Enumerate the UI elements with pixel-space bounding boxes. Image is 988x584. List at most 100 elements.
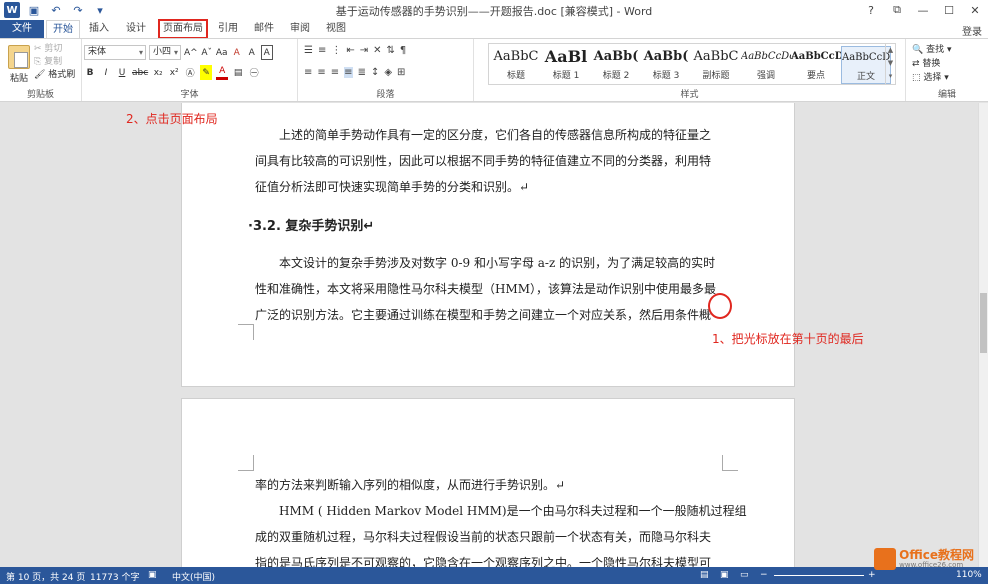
tab-view[interactable]: 视图 bbox=[322, 20, 350, 38]
borders-icon[interactable]: ⊞ bbox=[397, 67, 405, 78]
tab-review[interactable]: 审阅 bbox=[286, 20, 314, 38]
document-page-10[interactable]: 上述的简单手势动作具有一定的区分度，它们各自的传感器信息所构成的特征量之 间具有… bbox=[181, 103, 795, 387]
style-strong[interactable]: AaBbCcD 要点 bbox=[791, 46, 841, 84]
clear-format-button[interactable]: A bbox=[231, 45, 243, 60]
style-title[interactable]: AaBbC 标题 bbox=[491, 46, 541, 84]
paragraph-group-label: 段落 bbox=[376, 90, 395, 100]
format-painter-button[interactable]: 🖌 格式刷 bbox=[34, 69, 75, 82]
style-normal[interactable]: AaBbCcDc正文 bbox=[841, 46, 891, 84]
char-border-button[interactable]: A bbox=[260, 45, 273, 60]
strikethrough-button[interactable]: abc bbox=[132, 65, 148, 80]
style-heading-1[interactable]: AaBl 标题 1 bbox=[541, 46, 591, 84]
minimize-button[interactable]: — bbox=[910, 0, 936, 20]
decrease-indent-icon[interactable]: ⇤ bbox=[346, 45, 354, 56]
print-layout-icon[interactable]: ▣ bbox=[720, 570, 729, 580]
style-subtitle[interactable]: AaBbC 副标题 bbox=[691, 46, 741, 84]
vertical-scrollbar[interactable] bbox=[978, 103, 988, 567]
line-spacing-icon[interactable]: ↕ bbox=[371, 67, 379, 78]
pinyin-button[interactable]: A bbox=[246, 45, 258, 60]
tab-page-layout[interactable]: 页面布局 bbox=[158, 19, 208, 39]
read-mode-icon[interactable]: ▤ bbox=[700, 570, 709, 580]
enclose-char-icon[interactable]: ㊀ bbox=[248, 65, 260, 80]
shading-icon[interactable]: ◈ bbox=[384, 67, 392, 78]
zoom-out-icon[interactable]: − bbox=[760, 570, 768, 580]
crop-mark bbox=[238, 324, 254, 340]
doc-line-last: 广泛的识别方法。它主要通过训练在模型和手势之间建立一个对应关系，然后用条件概 bbox=[255, 308, 712, 322]
tab-home[interactable]: 开始 bbox=[46, 20, 80, 39]
zoom-in-icon[interactable]: + bbox=[868, 570, 876, 580]
font-color-icon[interactable]: A bbox=[216, 65, 229, 80]
char-shading-icon[interactable]: ▤ bbox=[232, 65, 244, 80]
sort-icon[interactable]: ⇅ bbox=[387, 45, 395, 56]
section-heading: ·3.2. 复杂手势识别↵ bbox=[248, 219, 375, 234]
font-name-select[interactable]: 宋体 bbox=[84, 45, 146, 60]
bullets-icon[interactable]: ☰ bbox=[304, 45, 313, 56]
clipboard-icon bbox=[8, 45, 30, 69]
chinese-layout-icon[interactable]: ✕ bbox=[373, 45, 381, 56]
bold-button[interactable]: B bbox=[84, 65, 96, 80]
style-heading-2[interactable]: AaBb(标题 2 bbox=[591, 46, 641, 84]
justify-icon[interactable]: ≡ bbox=[344, 67, 353, 78]
show-marks-icon[interactable]: ¶ bbox=[400, 45, 406, 56]
tab-mailings[interactable]: 邮件 bbox=[250, 20, 278, 38]
copy-button[interactable]: ⎘ 复制 bbox=[34, 56, 75, 69]
select-button[interactable]: ⬚ 选择 ▾ bbox=[912, 71, 952, 85]
editing-group-label: 编辑 bbox=[937, 90, 956, 100]
style-heading-3[interactable]: AaBb(标题 3 bbox=[641, 46, 691, 84]
scrollbar-thumb[interactable] bbox=[980, 293, 987, 353]
grow-font-button[interactable]: A^ bbox=[184, 45, 198, 60]
doc-line: 指的是马氏序列是不可观察的，它隐含在一个观察序列之中。一个隐性马尔科夫模型可 bbox=[255, 556, 712, 567]
cut-button[interactable]: ✂ 剪切 bbox=[34, 43, 75, 56]
crop-mark bbox=[722, 455, 738, 471]
tab-insert[interactable]: 插入 bbox=[84, 20, 114, 38]
highlight-icon[interactable]: ✎ bbox=[200, 65, 213, 80]
font-size-select[interactable]: 小四 bbox=[149, 45, 181, 60]
tab-file[interactable]: 文件 bbox=[0, 20, 44, 38]
styles-group-label: 样式 bbox=[680, 90, 699, 100]
ribbon-display-button[interactable]: ⧉ bbox=[884, 0, 910, 20]
multilevel-list-icon[interactable]: ⋮ bbox=[331, 45, 341, 56]
replace-icon: ⇄ bbox=[912, 59, 920, 69]
shrink-font-button[interactable]: Aˇ bbox=[201, 45, 213, 60]
zoom-slider[interactable] bbox=[774, 575, 864, 576]
window-controls: ? ⧉ — ☐ ✕ bbox=[858, 0, 988, 20]
proofing-icon[interactable]: ▣ bbox=[148, 570, 157, 580]
help-button[interactable]: ? bbox=[858, 0, 884, 20]
find-icon: 🔍 bbox=[912, 45, 924, 55]
style-emphasis[interactable]: AaBbCcDc 强调 bbox=[741, 46, 791, 84]
italic-button[interactable]: I bbox=[100, 65, 112, 80]
maximize-button[interactable]: ☐ bbox=[936, 0, 962, 20]
subscript-button[interactable]: x₂ bbox=[152, 65, 164, 80]
styles-scroll[interactable]: ▲ ▼ ▾ bbox=[885, 44, 895, 84]
replace-button[interactable]: ⇄ 替换 bbox=[912, 57, 952, 71]
language[interactable]: 中文(中国) bbox=[172, 570, 215, 583]
office-tutorial-logo: Office教程网 www.office26.com bbox=[874, 548, 974, 570]
close-button[interactable]: ✕ bbox=[962, 0, 988, 20]
web-layout-icon[interactable]: ▭ bbox=[740, 570, 749, 580]
underline-button[interactable]: U bbox=[116, 65, 128, 80]
align-center-icon[interactable]: ≡ bbox=[317, 67, 325, 78]
change-case-button[interactable]: Aa bbox=[216, 45, 228, 60]
find-button[interactable]: 🔍 查找 ▾ bbox=[912, 43, 952, 57]
window-title: 基于运动传感器的手势识别——开题报告.doc [兼容模式] - Word bbox=[335, 5, 653, 18]
tab-references[interactable]: 引用 bbox=[214, 20, 242, 38]
zoom-level[interactable]: 110% bbox=[956, 570, 982, 580]
align-right-icon[interactable]: ≡ bbox=[331, 67, 339, 78]
text-effects-icon[interactable]: Ⓐ bbox=[184, 65, 196, 80]
superscript-button[interactable]: x² bbox=[168, 65, 180, 80]
status-bar: 第 10 页，共 24 页 11773 个字 ▣ 中文(中国) ▤ ▣ ▭ − … bbox=[0, 567, 988, 584]
ribbon-tabs: 文件 开始 插入 设计 页面布局 引用 邮件 审阅 视图 登录 bbox=[0, 19, 988, 39]
page-count[interactable]: 第 10 页，共 24 页 bbox=[6, 570, 85, 583]
document-page-11[interactable]: 率的方法来判断输入序列的相似度，从而进行手势识别。↵ HMM ( Hidden … bbox=[181, 398, 795, 567]
login-link[interactable]: 登录 bbox=[962, 23, 982, 38]
align-left-icon[interactable]: ≡ bbox=[304, 67, 312, 78]
doc-line: 征值分析法即可快速实现简单手势的分类和识别。↵ bbox=[255, 180, 530, 194]
increase-indent-icon[interactable]: ⇥ bbox=[360, 45, 368, 56]
distributed-icon[interactable]: ≣ bbox=[358, 67, 366, 78]
doc-line: 间具有比较高的可识别性，因此可以根据不同手势的特征值建立不同的分类器，利用特 bbox=[255, 154, 712, 168]
doc-line: 上述的简单手势动作具有一定的区分度，它们各自的传感器信息所构成的特征量之 bbox=[279, 128, 712, 142]
paste-button[interactable]: 粘贴 bbox=[6, 45, 32, 84]
tab-design[interactable]: 设计 bbox=[120, 20, 152, 38]
numbering-icon[interactable]: ≡ bbox=[318, 45, 326, 56]
word-count[interactable]: 11773 个字 bbox=[90, 570, 140, 583]
